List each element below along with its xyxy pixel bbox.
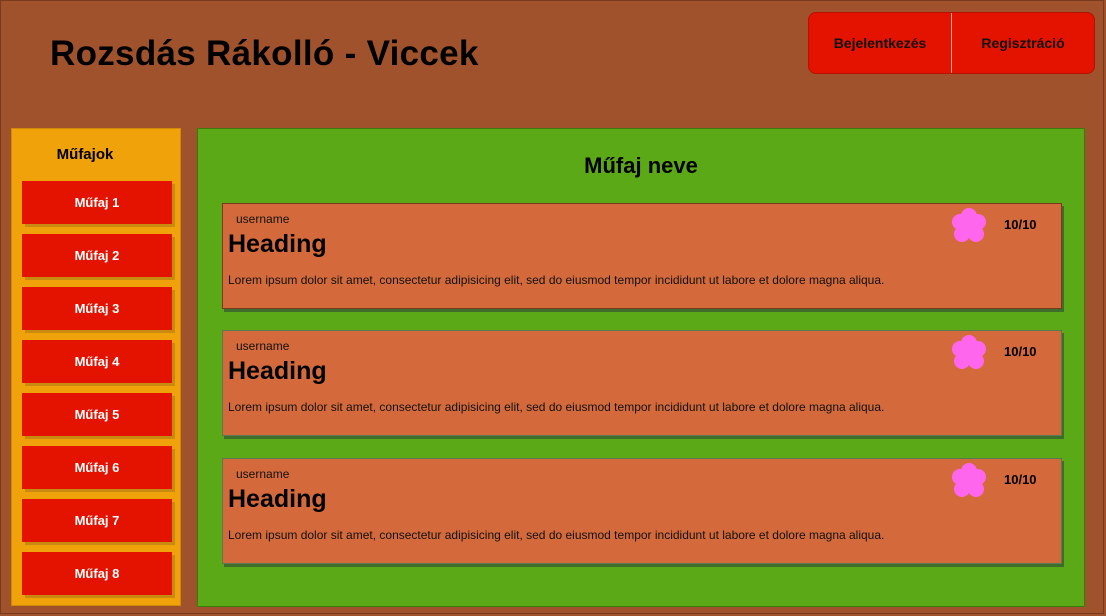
joke-score: 10/10 [1004, 217, 1037, 232]
auth-button-group: Bejelentkezés Regisztráció [808, 12, 1095, 74]
sidebar-item-genre-3[interactable]: Műfaj 3 [22, 287, 172, 330]
joke-body: Lorem ipsum dolor sit amet, consectetur … [228, 273, 885, 287]
flower-rating-icon[interactable] [949, 462, 989, 500]
sidebar-item-genre-6[interactable]: Műfaj 6 [22, 446, 172, 489]
sidebar-item-genre-7[interactable]: Műfaj 7 [22, 499, 172, 542]
joke-body: Lorem ipsum dolor sit amet, consectetur … [228, 528, 885, 542]
flower-rating-icon[interactable] [949, 334, 989, 372]
genre-title: Műfaj neve [584, 153, 698, 178]
joke-username[interactable]: username [236, 339, 289, 353]
joke-score: 10/10 [1004, 344, 1037, 359]
joke-username[interactable]: username [236, 467, 289, 481]
joke-card: username Heading Lorem ipsum dolor sit a… [222, 203, 1062, 309]
flower-rating-icon[interactable] [949, 207, 989, 245]
sidebar-title: Műfajok [56, 146, 114, 163]
sidebar-item-genre-5[interactable]: Műfaj 5 [22, 393, 172, 436]
sidebar-item-genre-8[interactable]: Műfaj 8 [22, 552, 172, 595]
login-button[interactable]: Bejelentkezés [809, 13, 951, 73]
register-button[interactable]: Regisztráció [951, 13, 1094, 73]
joke-card: username Heading Lorem ipsum dolor sit a… [222, 458, 1062, 564]
joke-card: username Heading Lorem ipsum dolor sit a… [222, 330, 1062, 436]
sidebar-item-genre-2[interactable]: Műfaj 2 [22, 234, 172, 277]
genre-sidebar: Műfajok Műfaj 1 Műfaj 2 Műfaj 3 Műfaj 4 … [11, 128, 181, 606]
sidebar-item-genre-1[interactable]: Műfaj 1 [22, 181, 172, 224]
joke-score: 10/10 [1004, 472, 1037, 487]
joke-heading: Heading [228, 357, 327, 385]
joke-body: Lorem ipsum dolor sit amet, consectetur … [228, 400, 885, 414]
sidebar-item-genre-4[interactable]: Műfaj 4 [22, 340, 172, 383]
joke-list-panel: Műfaj neve username Heading Lorem ipsum … [197, 128, 1085, 607]
joke-heading: Heading [228, 230, 327, 258]
joke-username[interactable]: username [236, 212, 289, 226]
joke-heading: Heading [228, 485, 327, 513]
site-title: Rozsdás Rákolló - Viccek [50, 34, 479, 73]
